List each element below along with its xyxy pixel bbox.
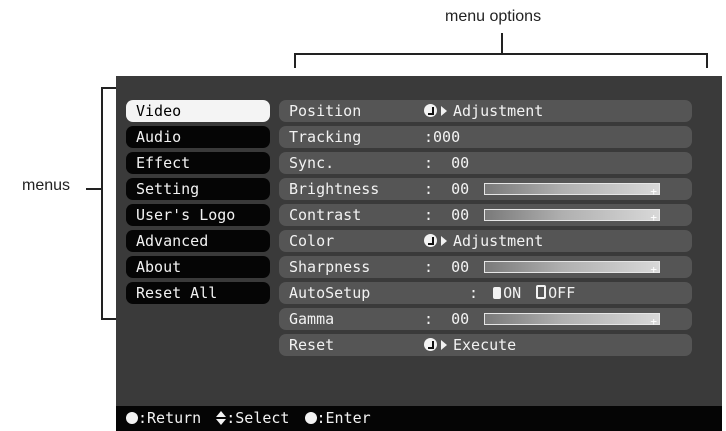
menu-item-users-logo[interactable]: User's Logo [126, 204, 270, 226]
radio-off-label: OFF [548, 284, 576, 302]
projector-menu-screen: Video Audio Effect Setting User's Logo A… [116, 76, 722, 431]
menu-item-effect[interactable]: Effect [126, 152, 270, 174]
menus-bracket-top [101, 87, 116, 89]
option-value: Execute [453, 336, 517, 354]
menus-bracket-stem [86, 188, 102, 190]
esc-button-icon [126, 412, 138, 424]
option-value: : 00 [424, 180, 470, 198]
menu-item-label: Video [136, 102, 182, 120]
option-value: : 00 [424, 310, 470, 328]
help-bar: :Return :Select :Enter [116, 406, 722, 431]
menu-item-video[interactable]: Video [126, 100, 270, 122]
plus-icon: + [650, 315, 657, 328]
option-tracking[interactable]: Tracking :000 [279, 126, 692, 148]
radio-off-icon[interactable] [536, 285, 547, 299]
menu-item-label: User's Logo [136, 206, 236, 224]
option-sync[interactable]: Sync. : 00 [279, 152, 692, 174]
enter-icon [424, 234, 437, 247]
menus-bracket-vertical [101, 87, 103, 320]
option-label: Reset [289, 336, 335, 354]
option-label: AutoSetup [289, 284, 371, 302]
option-gamma[interactable]: Gamma : 00 + [279, 308, 692, 330]
option-reset[interactable]: Reset Execute [279, 334, 692, 356]
option-brightness[interactable]: Brightness : 00 + [279, 178, 692, 200]
option-label: Contrast [289, 206, 362, 224]
menu-item-label: Audio [136, 128, 182, 146]
menus-caption: menus [22, 177, 71, 194]
option-value: Adjustment [453, 232, 544, 250]
option-label: Sharpness [289, 258, 371, 276]
plus-icon: + [650, 185, 657, 198]
option-label: Brightness [289, 180, 380, 198]
brightness-slider[interactable]: + [484, 183, 660, 198]
option-value: : 00 [424, 154, 470, 172]
arrow-right-icon [441, 236, 447, 246]
help-select: :Select [226, 409, 290, 427]
gamma-slider[interactable]: + [484, 313, 660, 328]
plus-icon: + [650, 211, 657, 224]
option-position[interactable]: Position Adjustment [279, 100, 692, 122]
menu-options-bracket-right [706, 53, 708, 68]
plus-icon: + [650, 263, 657, 276]
menu-item-setting[interactable]: Setting [126, 178, 270, 200]
menu-item-reset-all[interactable]: Reset All [126, 282, 270, 304]
menu-item-advanced[interactable]: Advanced [126, 230, 270, 252]
menu-options-bracket-stem [501, 33, 503, 53]
option-contrast[interactable]: Contrast : 00 + [279, 204, 692, 226]
option-label: Color [289, 232, 335, 250]
option-label: Position [289, 102, 362, 120]
menu-item-label: Effect [136, 154, 191, 172]
menu-options-bracket-top [294, 53, 708, 55]
menu-item-about[interactable]: About [126, 256, 270, 278]
menu-item-label: Advanced [136, 232, 209, 250]
option-autosetup[interactable]: AutoSetup : ON OFF [279, 282, 692, 304]
option-value-wrap: Execute [424, 334, 516, 356]
option-sharpness[interactable]: Sharpness : 00 + [279, 256, 692, 278]
help-enter: :Enter [316, 409, 371, 427]
option-label: Gamma [289, 310, 335, 328]
option-value: : 00 [424, 258, 470, 276]
option-value: : 00 [424, 206, 470, 224]
option-label: Sync. [289, 154, 335, 172]
radio-on-icon[interactable] [493, 287, 502, 299]
menu-options-caption: menu options [445, 8, 542, 25]
menu-item-label: About [136, 258, 182, 276]
help-return: :Return [138, 409, 202, 427]
menu-item-audio[interactable]: Audio [126, 126, 270, 148]
option-value-wrap: Adjustment [424, 100, 543, 122]
option-value-wrap: Adjustment [424, 230, 543, 252]
sharpness-slider[interactable]: + [484, 261, 660, 276]
menus-bracket-bottom [101, 318, 116, 320]
option-value: : [469, 284, 479, 302]
radio-on-label: ON [503, 284, 522, 302]
menu-options-bracket-left [294, 53, 296, 68]
option-value-wrap: : ON OFF [469, 282, 575, 304]
enter-button-icon [304, 412, 317, 424]
arrow-right-icon [441, 340, 447, 350]
menu-item-label: Reset All [136, 284, 218, 302]
option-value: :000 [424, 128, 461, 146]
contrast-slider[interactable]: + [484, 209, 660, 224]
up-down-icon [216, 411, 227, 425]
enter-icon [424, 104, 437, 117]
option-value: Adjustment [453, 102, 544, 120]
enter-icon [424, 338, 437, 351]
arrow-right-icon [441, 106, 447, 116]
option-label: Tracking [289, 128, 362, 146]
option-color[interactable]: Color Adjustment [279, 230, 692, 252]
menu-item-label: Setting [136, 180, 200, 198]
